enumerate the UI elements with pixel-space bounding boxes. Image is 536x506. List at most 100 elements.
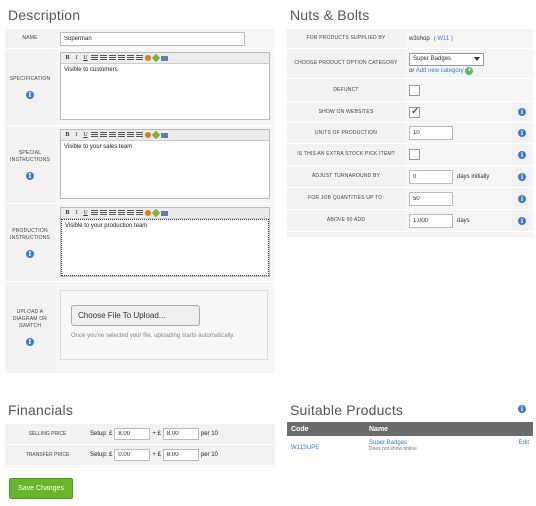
above-add-row: ABOVE 50 ADD days i	[287, 210, 533, 232]
selling-setup-input[interactable]	[114, 428, 151, 440]
add-category-link[interactable]: Add new category	[416, 68, 464, 74]
nuts-and-bolts-title: Nuts & Bolts	[290, 7, 370, 23]
supplied-by-row: FOR PRODUCTS SUPPLIED BY w3shop ( W11 )	[287, 29, 533, 49]
financials-title: Financials	[8, 402, 74, 418]
edit-icon[interactable]	[151, 208, 161, 218]
align-right-icon[interactable]	[109, 55, 116, 61]
align-justify-icon[interactable]	[118, 132, 125, 138]
defunct-label: DEFUNCT	[333, 86, 359, 93]
defunct-checkbox[interactable]	[409, 84, 420, 96]
upload-box: Choose File To Upload... Once you've sel…	[60, 290, 268, 360]
italic-button[interactable]: I	[73, 132, 80, 139]
editor-toolbar: B I U	[61, 208, 269, 219]
description-title: Description	[8, 7, 81, 23]
adjust-turnaround-input[interactable]	[409, 169, 453, 184]
numbered-list-icon[interactable]	[127, 132, 134, 138]
production-instructions-label: PRODUCTION INSTRUCTIONS	[10, 227, 50, 241]
image-icon[interactable]	[161, 132, 168, 138]
info-icon[interactable]: i	[518, 172, 526, 181]
edit-icon[interactable]	[151, 53, 161, 63]
editor-toolbar: B I U	[61, 53, 269, 64]
selling-price-row: SELLING PRICE Setup: £ + £ per 10	[5, 424, 275, 445]
production-instructions-text[interactable]: Visible to your production team	[61, 219, 269, 276]
setup-text: Setup: £	[90, 452, 113, 458]
upload-hint: Once you've selected your file, uploadin…	[71, 333, 235, 339]
numbered-list-icon[interactable]	[127, 55, 134, 61]
info-icon[interactable]: i	[518, 129, 526, 137]
align-center-icon[interactable]	[100, 55, 107, 61]
selling-unit-input[interactable]	[162, 428, 199, 440]
adjust-turnaround-label: ADJUST TURNAROUND BY	[311, 173, 381, 179]
job-quantities-input[interactable]	[409, 191, 453, 206]
bullet-list-icon[interactable]	[136, 55, 143, 61]
transfer-setup-input[interactable]	[114, 449, 151, 461]
bold-button[interactable]: B	[64, 132, 71, 139]
specification-editor[interactable]: B I U Visible to customers	[60, 52, 270, 120]
edit-icon[interactable]	[151, 130, 161, 140]
special-instructions-editor[interactable]: B I U Visible to your sales team	[60, 129, 270, 199]
link-icon[interactable]	[145, 132, 151, 138]
edit-link[interactable]: Edit	[509, 436, 533, 456]
italic-button[interactable]: I	[73, 210, 80, 217]
units-label: UNITS OF PRODUCTION	[314, 129, 378, 136]
special-instructions-label: SPECIAL INSTRUCTIONS	[10, 149, 50, 163]
align-left-icon[interactable]	[91, 210, 98, 216]
production-instructions-row: PRODUCTION INSTRUCTIONS i B I U	[5, 204, 275, 282]
align-right-icon[interactable]	[109, 132, 116, 138]
bullet-list-icon[interactable]	[136, 132, 143, 138]
underline-button[interactable]: U	[82, 55, 89, 62]
link-icon[interactable]	[145, 55, 151, 61]
align-left-icon[interactable]	[91, 132, 98, 138]
image-icon[interactable]	[161, 210, 168, 216]
show-on-websites-checkbox[interactable]	[409, 106, 420, 118]
special-instructions-row: SPECIAL INSTRUCTIONS i B I U	[5, 126, 275, 204]
info-icon[interactable]: i	[26, 171, 34, 180]
align-center-icon[interactable]	[100, 210, 107, 216]
underline-button[interactable]: U	[82, 132, 89, 139]
product-code-link[interactable]: W11SUPE	[287, 436, 365, 456]
above-add-input[interactable]	[409, 213, 453, 228]
transfer-price-label: TRANSFER PRICE	[25, 452, 70, 458]
supplied-by-value: w3shop	[409, 35, 430, 42]
name-input[interactable]	[60, 31, 245, 46]
bullet-list-icon[interactable]	[136, 210, 143, 216]
info-icon[interactable]: i	[518, 150, 526, 159]
suitable-products-title: Suitable Products	[290, 402, 404, 418]
align-right-icon[interactable]	[109, 210, 116, 216]
upload-button[interactable]: Choose File To Upload...	[71, 305, 200, 326]
underline-button[interactable]: U	[82, 210, 89, 217]
plus-icon[interactable]: +	[465, 66, 474, 75]
align-justify-icon[interactable]	[118, 55, 125, 61]
info-icon[interactable]: i	[26, 90, 34, 99]
units-row: UNITS OF PRODUCTION i	[287, 123, 533, 144]
selling-price-label: SELLING PRICE	[28, 431, 67, 437]
supplied-by-label: FOR PRODUCTS SUPPLIED BY	[306, 35, 386, 41]
above-add-unit: days	[457, 217, 470, 224]
bold-button[interactable]: B	[64, 210, 71, 217]
info-icon[interactable]: i	[518, 216, 526, 225]
info-icon[interactable]: i	[26, 338, 34, 346]
transfer-unit-input[interactable]	[162, 449, 199, 461]
supplier-code-link[interactable]: ( W11 )	[434, 36, 453, 42]
image-icon[interactable]	[161, 55, 168, 61]
align-left-icon[interactable]	[91, 55, 98, 61]
option-category-select[interactable]: Super Badges	[409, 52, 484, 66]
units-input[interactable]	[409, 126, 453, 140]
bold-button[interactable]: B	[64, 55, 71, 62]
info-icon[interactable]: i	[518, 194, 526, 203]
production-instructions-editor[interactable]: B I U Visible to your production team	[60, 207, 270, 277]
above-add-label: ABOVE 50 ADD	[326, 217, 366, 223]
specification-text[interactable]: Visible to customers	[61, 64, 269, 76]
save-changes-button[interactable]: Save Changes	[9, 478, 73, 499]
chevron-down-icon	[474, 57, 480, 61]
align-justify-icon[interactable]	[118, 210, 125, 216]
info-icon[interactable]: i	[518, 108, 526, 116]
extra-stock-checkbox[interactable]	[409, 149, 420, 160]
italic-button[interactable]: I	[73, 55, 80, 62]
info-icon[interactable]: i	[26, 249, 34, 258]
info-icon[interactable]: i	[518, 405, 526, 413]
align-center-icon[interactable]	[100, 132, 107, 138]
numbered-list-icon[interactable]	[127, 210, 134, 216]
special-instructions-text[interactable]: Visible to your sales team	[61, 141, 269, 153]
link-icon[interactable]	[145, 210, 151, 216]
